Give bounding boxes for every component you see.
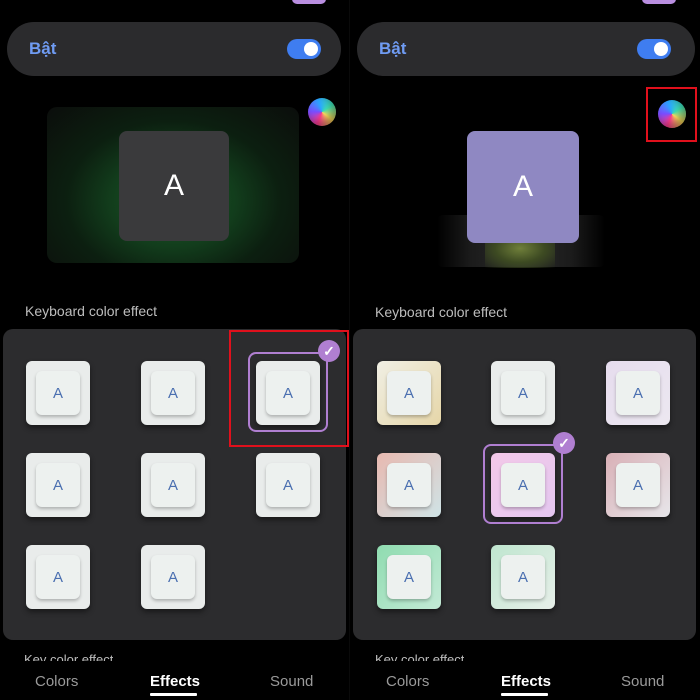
keyboard-preview: A [47,107,299,263]
effect-tile[interactable]: A [377,545,441,609]
tile-key-label: A [501,371,545,415]
tab-sound[interactable]: Sound [270,673,313,690]
effect-tile[interactable]: A [26,545,90,609]
effect-tile[interactable]: A [377,453,441,517]
switch-knob [654,42,668,56]
preview-key: A [467,131,579,243]
top-element-edge [642,0,676,4]
tab-effects[interactable]: Effects [501,673,551,690]
tile-key-label: A [36,555,80,599]
enable-toggle-row[interactable]: Bật [7,22,341,76]
tile-key-label: A [501,555,545,599]
effect-tile[interactable]: A [606,453,670,517]
effect-tile[interactable]: A [26,453,90,517]
effect-tile[interactable]: A [606,361,670,425]
preview-key-label: A [163,169,184,202]
right-screen: Bật A Keyboard color effect A A A A A ✓ … [350,0,700,700]
highlight-box [646,87,697,142]
toggle-label: Bật [29,39,57,58]
enable-switch[interactable] [637,39,671,59]
active-tab-indicator [150,693,197,696]
check-icon: ✓ [553,432,575,454]
tile-key-label: A [616,371,660,415]
tile-key-label: A [151,555,195,599]
toggle-label: Bật [379,39,407,58]
preview-key: A [119,131,229,241]
tile-key-label: A [616,463,660,507]
enable-switch[interactable] [287,39,321,59]
effect-tile[interactable]: A [26,361,90,425]
keyboard-color-effect-heading: Keyboard color effect [25,303,158,319]
selection-frame [483,444,563,524]
tab-sound[interactable]: Sound [621,673,664,690]
tab-colors[interactable]: Colors [35,673,78,690]
highlight-box [229,330,349,447]
effect-tile[interactable]: A [141,453,205,517]
effect-grid: A A A A A ✓ A A A [353,329,696,640]
preview-key-label: A [512,170,533,203]
effect-tile[interactable]: A [256,453,320,517]
tile-key-label: A [387,555,431,599]
tile-key-label: A [266,463,310,507]
color-palette-icon[interactable] [308,98,336,126]
top-element-edge [292,0,326,4]
tab-colors[interactable]: Colors [386,673,429,690]
effect-tile[interactable]: A [141,545,205,609]
effect-tile[interactable]: A [377,361,441,425]
effect-tile[interactable]: A [141,361,205,425]
key-color-effect-heading: Key color effect [24,652,114,661]
tile-key-label: A [387,371,431,415]
tile-key-label: A [151,371,195,415]
tile-key-label: A [36,463,80,507]
tile-key-label: A [36,371,80,415]
tile-key-label: A [151,463,195,507]
key-color-effect-heading: Key color effect [375,652,465,661]
tab-effects[interactable]: Effects [150,673,200,690]
switch-knob [304,42,318,56]
effect-tile[interactable]: A [491,361,555,425]
active-tab-indicator [501,693,548,696]
enable-toggle-row[interactable]: Bật [357,22,695,76]
effect-tile[interactable]: A [491,545,555,609]
keyboard-color-effect-heading: Keyboard color effect [375,304,508,320]
tile-key-label: A [387,463,431,507]
left-screen: Bật A Keyboard color effect A A A ✓ A A … [0,0,350,700]
preview-effect-pattern [485,240,555,268]
